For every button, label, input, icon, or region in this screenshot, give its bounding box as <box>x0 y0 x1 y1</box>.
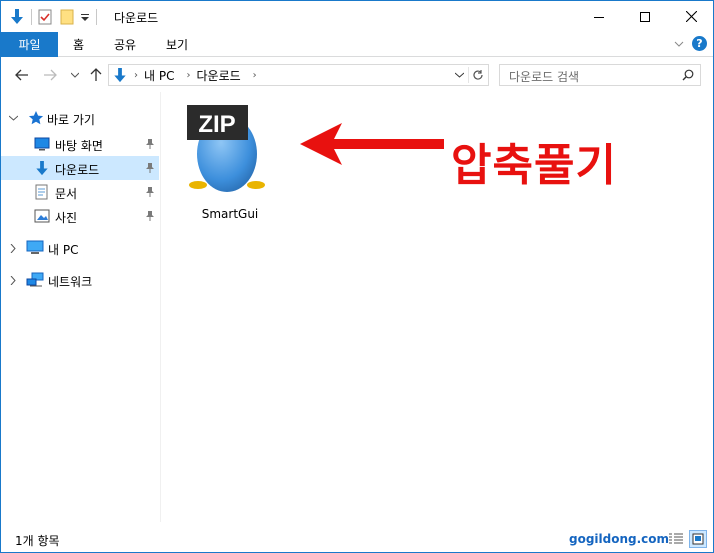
status-bar: 1개 항목 gogildong.com <box>1 526 713 552</box>
nav-item-documents[interactable]: 문서 <box>1 180 159 204</box>
minimize-icon <box>594 16 604 18</box>
nav-item-desktop[interactable]: 바탕 화면 <box>1 132 159 156</box>
nav-item-label: 내 PC <box>48 243 79 257</box>
ribbon-tabs: 파일 홈 공유 보기 ? <box>1 32 713 57</box>
nav-item-label: 문서 <box>55 187 78 201</box>
qat-separator <box>31 9 32 25</box>
computer-icon <box>26 240 44 256</box>
desktop-icon <box>34 136 50 152</box>
properties-icon[interactable] <box>38 9 52 25</box>
nav-item-network[interactable]: 네트워크 <box>1 268 159 292</box>
chevron-down-icon <box>71 72 79 78</box>
file-name: SmartGui <box>201 207 259 221</box>
chevron-right-icon[interactable] <box>7 274 19 286</box>
star-icon <box>28 110 44 126</box>
ribbon-expand-icon[interactable] <box>674 40 684 48</box>
pin-icon <box>145 162 155 174</box>
back-arrow-icon <box>15 69 28 81</box>
refresh-icon <box>472 70 483 80</box>
up-button[interactable] <box>87 66 105 84</box>
nav-quick-access-label: 바로 가기 <box>47 113 95 127</box>
explorer-window: 다운로드 파일 홈 공유 보기 ? › 내 PC › 다운로드 › 다운로드 검… <box>0 0 714 553</box>
breadcrumb-this-pc[interactable]: 내 PC <box>144 67 174 84</box>
annotation-arrow <box>300 123 444 165</box>
search-placeholder: 다운로드 검색 <box>509 70 580 84</box>
downloads-icon <box>34 160 50 176</box>
nav-item-label: 네트워크 <box>48 275 93 289</box>
documents-icon <box>34 184 50 200</box>
watermark: gogildong.com <box>569 532 670 546</box>
address-dropdown-button[interactable] <box>452 68 466 82</box>
tab-view[interactable]: 보기 <box>166 32 188 57</box>
search-icon[interactable] <box>682 69 694 84</box>
qat-dropdown-icon[interactable] <box>80 12 90 22</box>
large-icons-view-icon <box>692 533 704 545</box>
details-view-button[interactable] <box>667 530 685 548</box>
zip-archive-icon: ZIP <box>187 105 265 192</box>
nav-item-label: 다운로드 <box>55 163 100 177</box>
nav-item-downloads[interactable]: 다운로드 <box>1 156 159 180</box>
pictures-icon <box>34 208 50 224</box>
ribbon-right-controls: ? <box>674 36 707 51</box>
details-view-icon <box>669 533 683 544</box>
network-icon <box>26 272 44 288</box>
up-arrow-icon <box>90 68 102 81</box>
nav-quick-access[interactable]: 바로 가기 <box>1 106 159 130</box>
close-icon <box>685 11 697 22</box>
zip-badge: ZIP <box>198 111 235 138</box>
close-button[interactable] <box>668 1 714 32</box>
forward-button[interactable] <box>41 66 59 84</box>
large-icons-view-button[interactable] <box>689 530 707 548</box>
refresh-button[interactable] <box>468 67 486 83</box>
search-input[interactable]: 다운로드 검색 <box>499 64 701 86</box>
nav-item-pictures[interactable]: 사진 <box>1 204 159 228</box>
nav-item-label: 바탕 화면 <box>55 139 103 153</box>
download-arrow-icon[interactable] <box>9 8 25 26</box>
tab-share[interactable]: 공유 <box>114 32 136 57</box>
breadcrumb-downloads[interactable]: 다운로드 <box>196 67 240 84</box>
nav-item-label: 사진 <box>55 211 78 225</box>
address-bar[interactable]: › 내 PC › 다운로드 › <box>108 64 489 86</box>
back-button[interactable] <box>13 66 31 84</box>
annotation-label: 압축풀기 <box>451 140 617 191</box>
chevron-right-icon[interactable]: › <box>253 70 257 81</box>
pin-icon <box>145 138 155 150</box>
chevron-down-icon[interactable] <box>7 112 19 124</box>
tab-home[interactable]: 홈 <box>73 32 84 57</box>
tab-file[interactable]: 파일 <box>1 32 58 57</box>
chevron-right-icon[interactable]: › <box>134 70 138 81</box>
file-list-area[interactable]: ZIP SmartGui 압축풀기 <box>162 92 713 522</box>
navigation-bar: › 내 PC › 다운로드 › 다운로드 검색 <box>1 58 713 92</box>
help-icon[interactable]: ? <box>692 36 707 51</box>
pin-icon <box>145 186 155 198</box>
maximize-button[interactable] <box>622 1 668 32</box>
quick-access-toolbar <box>9 7 103 27</box>
navigation-pane: 바로 가기 바탕 화면 다운로드 문서 사진 내 PC 네트워크 <box>1 92 161 522</box>
nav-item-this-pc[interactable]: 내 PC <box>1 236 159 260</box>
file-item[interactable]: ZIP SmartGui <box>184 102 276 221</box>
new-folder-icon[interactable] <box>60 9 74 25</box>
forward-arrow-icon <box>44 69 57 81</box>
chevron-right-icon[interactable] <box>7 242 19 254</box>
window-title: 다운로드 <box>114 11 159 25</box>
recent-locations-button[interactable] <box>66 66 84 84</box>
chevron-right-icon[interactable]: › <box>186 70 190 81</box>
title-bar: 다운로드 <box>1 1 713 32</box>
qat-separator-2 <box>96 9 97 25</box>
chevron-down-icon <box>454 72 464 78</box>
pin-icon <box>145 210 155 222</box>
address-downloads-icon <box>112 67 128 84</box>
maximize-icon <box>640 11 650 22</box>
minimize-button[interactable] <box>576 1 622 32</box>
item-count: 1개 항목 <box>15 534 60 548</box>
